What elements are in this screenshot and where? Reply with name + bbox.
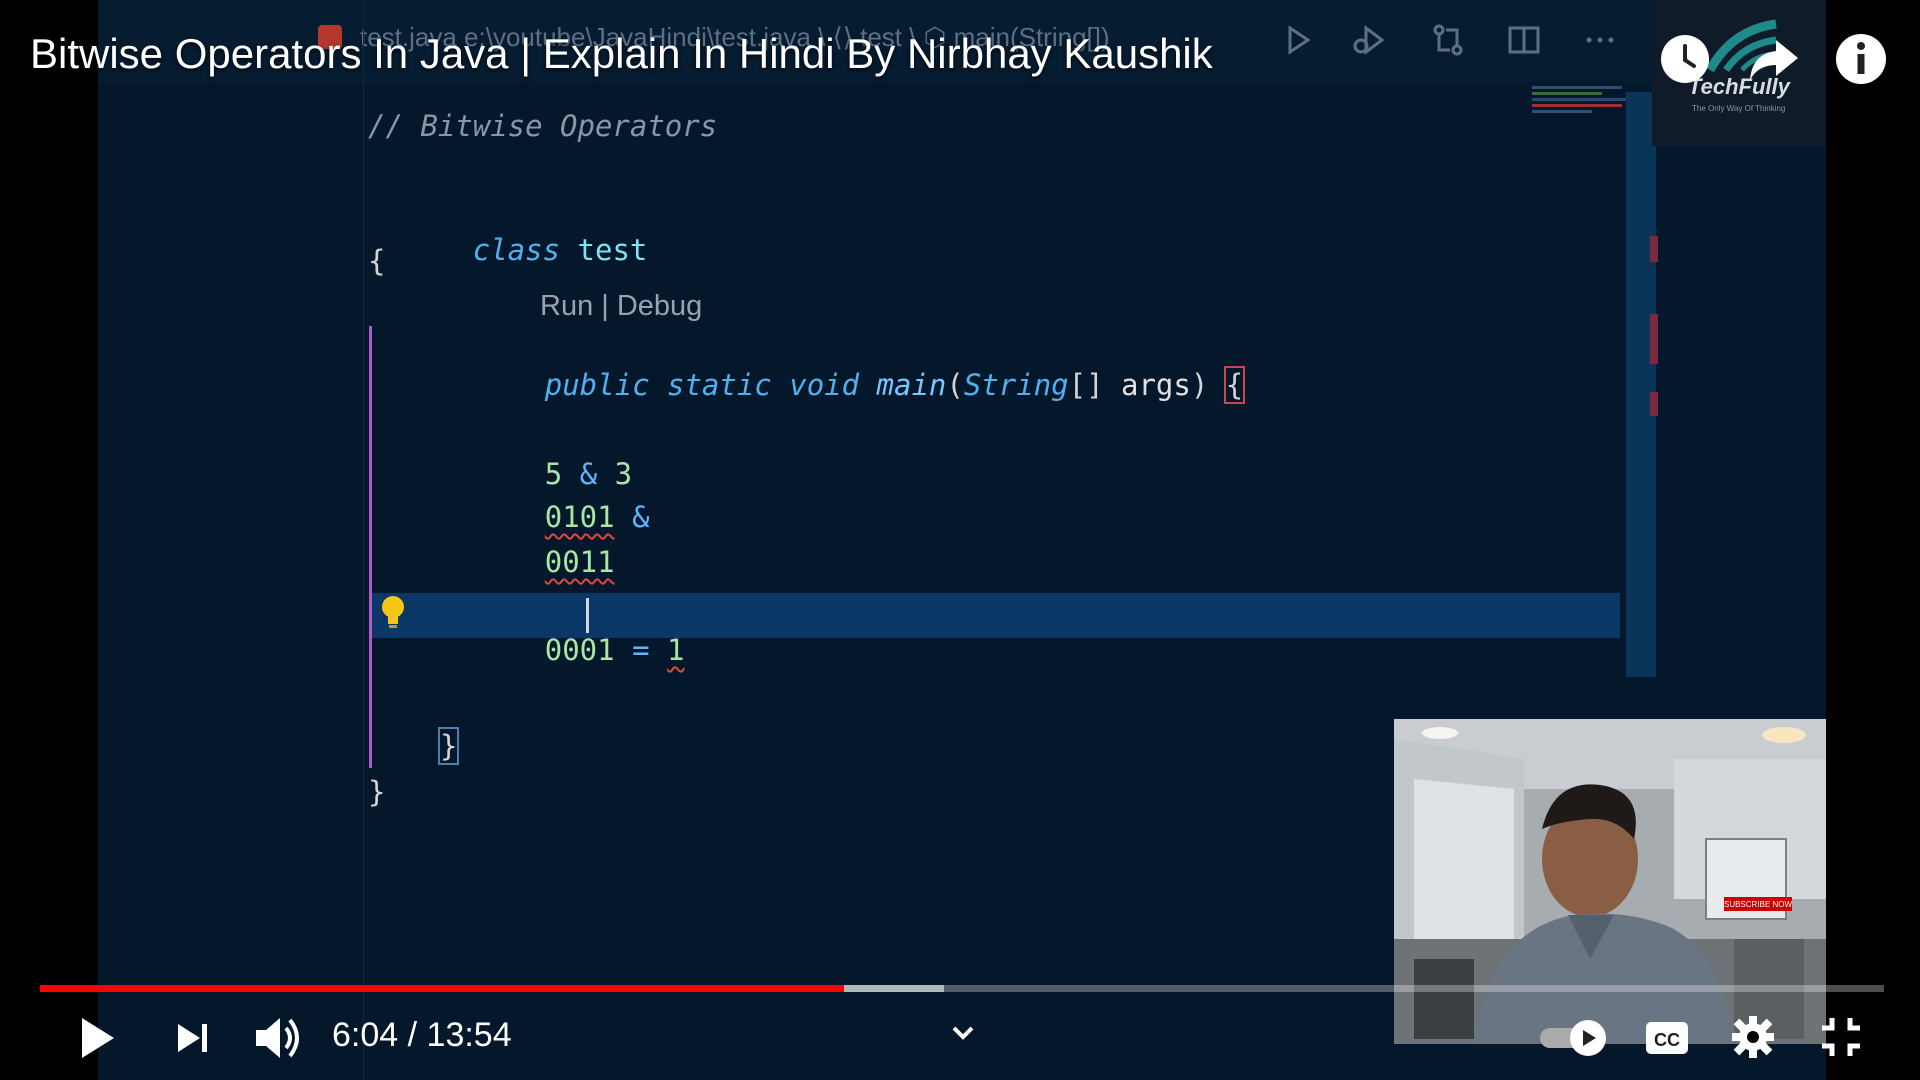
webcam-image: SUBSCRIBE NOW xyxy=(1394,719,1826,1044)
method-close-brace: } xyxy=(437,727,460,765)
volume-button[interactable] xyxy=(250,1010,306,1066)
logo-tagline: The Only Way Of Thinking xyxy=(1692,104,1786,113)
class-close-brace: } xyxy=(368,775,386,809)
play-icon xyxy=(82,1018,114,1058)
code-line-4: 0001 = 1 xyxy=(440,596,685,704)
settings-button[interactable] xyxy=(1730,1014,1776,1060)
time-display: 6:04 / 13:54 xyxy=(332,1016,512,1055)
method-open-brace: { xyxy=(1223,366,1246,404)
split-editor-icon xyxy=(1504,20,1544,60)
code-line-class: class test xyxy=(368,196,648,304)
exit-fullscreen-icon xyxy=(1822,1018,1860,1056)
current-time: 6:04 xyxy=(332,1016,399,1054)
share-icon xyxy=(1750,40,1798,80)
run-icon xyxy=(1278,20,1318,60)
play-button[interactable] xyxy=(70,1012,122,1064)
info-icon xyxy=(1836,34,1886,84)
debug-icon xyxy=(1350,20,1390,60)
duration: 13:54 xyxy=(426,1016,512,1054)
paren-close: ) xyxy=(1190,368,1209,402)
bracket-guide xyxy=(369,326,372,768)
keyword-static: static xyxy=(667,368,772,402)
chevron-down-icon xyxy=(952,1026,974,1040)
minimap xyxy=(1532,84,1632,124)
more-icon xyxy=(1580,20,1620,60)
captions-button[interactable]: CC xyxy=(1644,1018,1690,1058)
binary-literal: 0001 xyxy=(544,633,615,667)
keyword-void: void xyxy=(789,368,860,402)
binary-literal: 0011 xyxy=(544,545,615,579)
video-player[interactable]: test.java e:\youtube\JavaHindi\test.java… xyxy=(0,0,1920,1080)
param-args: args xyxy=(1121,368,1191,402)
webcam-overlay: SUBSCRIBE NOW xyxy=(1394,719,1826,1044)
operator-and: & xyxy=(632,500,650,534)
next-button[interactable] xyxy=(168,1012,220,1064)
paren-open: ( xyxy=(946,368,964,402)
volume-icon xyxy=(256,1018,299,1058)
autoplay-toggle-icon xyxy=(1540,1020,1606,1056)
text-cursor xyxy=(586,598,589,633)
exit-fullscreen-button[interactable] xyxy=(1818,1014,1864,1060)
method-name: main xyxy=(876,368,947,402)
operator-equals: = xyxy=(632,633,650,667)
info-button[interactable] xyxy=(1832,30,1890,88)
array-brackets: [] xyxy=(1068,368,1104,402)
lightbulb-icon[interactable] xyxy=(378,593,408,633)
video-title[interactable]: Bitwise Operators In Java | Explain In H… xyxy=(30,30,1213,78)
class-open-brace: { xyxy=(368,244,386,278)
settings-icon xyxy=(1732,1016,1774,1058)
scroll-marker xyxy=(1650,236,1658,262)
code-comment: // Bitwise Operators xyxy=(368,109,718,143)
autoplay-toggle[interactable] xyxy=(1538,1018,1608,1058)
method-close-brace-text: } xyxy=(437,727,460,765)
scroll-marker xyxy=(1650,392,1658,416)
cc-icon: CC xyxy=(1646,1022,1688,1054)
subscribe-label: SUBSCRIBE NOW xyxy=(1724,900,1792,909)
editor-gutter xyxy=(363,0,364,1080)
time-separator: / xyxy=(398,1016,427,1054)
class-name: test xyxy=(577,233,648,267)
code-lens[interactable]: Run | Debug xyxy=(540,290,702,323)
progress-played xyxy=(40,985,844,992)
svg-text:CC: CC xyxy=(1654,1030,1680,1050)
clock-icon xyxy=(1661,35,1709,83)
chapters-button[interactable] xyxy=(946,1016,980,1050)
result-value: 1 xyxy=(667,633,685,667)
share-button[interactable] xyxy=(1744,30,1802,88)
keyword-class: class xyxy=(472,233,561,267)
scroll-marker xyxy=(1650,314,1658,364)
editor-scrollbar[interactable] xyxy=(1626,92,1656,677)
keyword-public: public xyxy=(544,368,650,402)
watch-later-button[interactable] xyxy=(1656,30,1714,88)
next-icon xyxy=(178,1024,207,1052)
type-string: String xyxy=(963,368,1069,402)
compare-icon xyxy=(1428,20,1468,60)
